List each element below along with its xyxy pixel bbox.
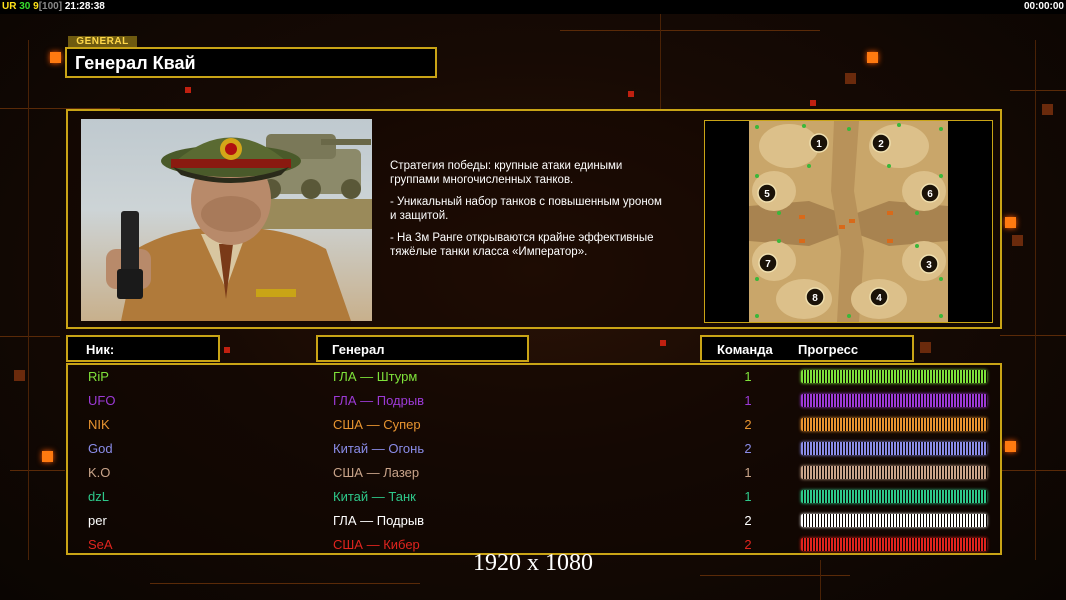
player-general: ГЛА — Подрыв (333, 393, 425, 408)
spawn-number: 7 (765, 259, 771, 270)
strategy-text: Стратегия победы: крупные атаки едиными … (390, 159, 700, 267)
player-team: 2 (744, 513, 752, 528)
player-nick: NIK (88, 417, 110, 432)
status-bar: UR 30 9[100] 21:28:38 00:00:00 (0, 0, 1066, 14)
general-portrait (81, 119, 372, 321)
clock: 21:28:38 (64, 1, 105, 12)
player-nick: dzL (88, 489, 109, 504)
spawn-number: 5 (764, 189, 770, 200)
player-progress-bar (801, 466, 987, 479)
game-timer: 00:00:00 (1023, 1, 1064, 12)
player-progress-bar (801, 394, 987, 407)
header-team-label: Команда (717, 342, 773, 357)
map-preview: 1 2 3 4 5 6 7 8 (749, 121, 948, 322)
strategy-line: Стратегия победы: крупные атаки едиными … (390, 160, 623, 186)
player-row: dzL Китай — Танк 1 (68, 486, 1000, 510)
player-row: per ГЛА — Подрыв 2 (68, 510, 1000, 534)
general-tag: GENERAL (68, 36, 137, 47)
general-name-box: Генерал Квай (65, 47, 437, 78)
spawn-point: 1 (809, 133, 829, 153)
player-general: Китай — Танк (333, 489, 416, 504)
limit-value: [100] (38, 1, 63, 12)
player-general: Китай — Огонь (333, 441, 425, 456)
spawn-point: 2 (871, 133, 891, 153)
player-progress-bar (801, 442, 987, 455)
general-name: Генерал Квай (75, 53, 196, 73)
player-general: США — Супер (333, 417, 421, 432)
player-row: K.O США — Лазер 1 (68, 462, 1000, 486)
spawn-number: 1 (816, 139, 822, 150)
spawn-point: 3 (919, 254, 939, 274)
player-team: 1 (744, 369, 752, 384)
player-progress-bar (801, 490, 987, 503)
player-team: 2 (744, 417, 752, 432)
spawn-point: 7 (758, 253, 778, 273)
players-table: RiP ГЛА — Штурм 1 UFO ГЛА — Подрыв 1 NIK США — … (66, 363, 1002, 555)
header-nick-label: Ник: (86, 342, 115, 357)
player-general: ГЛА — Штурм (333, 369, 418, 384)
player-team: 1 (744, 489, 752, 504)
spawn-point: 6 (920, 183, 940, 203)
spawn-point: 5 (757, 183, 777, 203)
player-team: 1 (744, 465, 752, 480)
strategy-line: - Уникальный набор танков с повышенным у… (390, 196, 662, 222)
spawn-number: 3 (926, 260, 932, 271)
player-progress-bar (801, 514, 987, 527)
resolution-label: 1920 x 1080 (473, 550, 593, 576)
header-team-progress: Команда Прогресс (700, 335, 914, 362)
player-nick: RiP (88, 369, 109, 384)
player-row: RiP ГЛА — Штурм 1 (68, 366, 1000, 390)
player-nick: UFO (88, 393, 116, 408)
player-row: God Китай — Огонь 2 (68, 438, 1000, 462)
spawn-number: 4 (876, 293, 882, 304)
player-general: ГЛА — Подрыв (333, 513, 425, 528)
strategy-line: - На 3м Ранге открываются крайне эффекти… (390, 232, 654, 258)
map-preview-frame: 1 2 3 4 5 6 7 8 (704, 120, 993, 323)
player-progress-bar (801, 370, 987, 383)
status-left: UR 30 9[100] 21:28:38 (2, 1, 105, 12)
player-team: 2 (744, 441, 752, 456)
spawn-point: 4 (869, 287, 889, 307)
spawn-number: 2 (878, 139, 884, 150)
fps-counter: 30 (19, 1, 31, 12)
player-nick: per (88, 513, 107, 528)
spawn-point: 8 (805, 287, 825, 307)
portrait-illustration (106, 134, 372, 321)
player-row: UFO ГЛА — Подрыв 1 (68, 390, 1000, 414)
header-general-label: Генерал (332, 342, 385, 357)
player-team: 1 (744, 393, 752, 408)
player-nick: God (88, 441, 113, 456)
header-nick: Ник: (66, 335, 220, 362)
player-nick: K.O (88, 465, 111, 480)
general-info-panel: Стратегия победы: крупные атаки едиными … (66, 109, 1002, 329)
header-progress-label: Прогресс (798, 342, 859, 357)
header-general: Генерал (316, 335, 529, 362)
player-row: NIK США — Супер 2 (68, 414, 1000, 438)
spawn-number: 8 (812, 293, 818, 304)
spawn-number: 6 (927, 189, 933, 200)
player-progress-bar (801, 418, 987, 431)
player-general: США — Лазер (333, 465, 420, 480)
ur-label: UR (2, 1, 17, 12)
